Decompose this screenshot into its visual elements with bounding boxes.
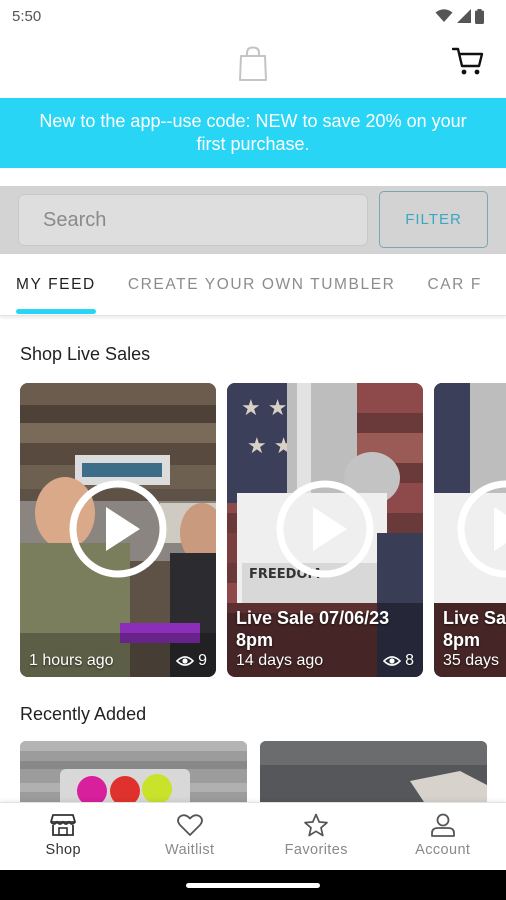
cart-icon[interactable] <box>452 46 484 76</box>
storefront-icon <box>50 814 77 836</box>
live-sale-title-line: Live Sa <box>443 608 506 628</box>
live-sale-title-line: 8pm <box>443 630 481 650</box>
play-icon[interactable] <box>68 479 168 579</box>
live-sale-views: 8 <box>383 652 414 670</box>
status-bar: 5:50 <box>0 0 506 32</box>
app-screen: 5:50 New to the app--use code: NEW to sa… <box>0 0 506 900</box>
product-thumbnail <box>20 741 247 803</box>
live-sale-view-count: 9 <box>198 652 207 669</box>
product-thumbnail <box>260 741 487 803</box>
shopping-bag-icon[interactable] <box>238 46 268 82</box>
wifi-icon <box>435 9 453 22</box>
promo-banner[interactable]: New to the app--use code: NEW to save 20… <box>0 98 506 168</box>
eye-icon <box>383 656 402 666</box>
live-sales-heading: Shop Live Sales <box>20 344 151 364</box>
product-card[interactable] <box>260 741 487 803</box>
promo-text: New to the app--use code: NEW to save 20… <box>39 111 467 154</box>
live-sale-view-count: 8 <box>405 652 414 669</box>
status-icons <box>435 8 484 24</box>
eye-icon <box>176 656 195 666</box>
nav-waitlist[interactable]: Waitlist <box>127 803 254 870</box>
nav-shop[interactable]: Shop <box>0 803 127 870</box>
nav-waitlist-label: Waitlist <box>165 842 215 858</box>
app-header <box>0 32 506 98</box>
play-icon[interactable] <box>456 479 506 579</box>
live-sale-title-line: Live Sale 07/06/23 <box>236 608 390 628</box>
bottom-navigation: Shop Waitlist Favorites Account <box>0 802 506 870</box>
home-indicator[interactable] <box>186 883 320 888</box>
search-input[interactable] <box>18 194 368 246</box>
search-bar: FILTER <box>0 186 506 254</box>
battery-icon <box>475 8 484 24</box>
recently-added-heading: Recently Added <box>20 704 147 724</box>
live-sale-title: Live Sa 8pm <box>443 607 506 651</box>
signal-icon <box>457 9 471 23</box>
nav-account-label: Account <box>415 842 471 858</box>
nav-favorites-label: Favorites <box>284 842 348 858</box>
live-sale-title-line: 8pm <box>236 630 274 650</box>
live-sale-views: 9 <box>176 652 207 670</box>
live-sales-carousel: 1 hours ago 9 ★ ★ ★ ★ FREEDOM Live Sale … <box>20 383 506 677</box>
system-navigation-bar <box>0 870 506 900</box>
recently-added-carousel <box>20 741 506 803</box>
star-icon <box>304 813 329 837</box>
svg-text:★ ★: ★ ★ <box>247 434 293 459</box>
tab-car[interactable]: CAR F <box>411 254 498 315</box>
heart-icon <box>176 814 203 836</box>
tab-my-feed[interactable]: MY FEED <box>0 254 112 315</box>
nav-shop-label: Shop <box>45 842 81 858</box>
svg-text:★ ★: ★ ★ <box>241 396 287 421</box>
live-sale-time: 14 days ago <box>236 652 324 669</box>
person-icon <box>430 813 455 837</box>
product-card[interactable] <box>20 741 247 803</box>
play-icon[interactable] <box>275 479 375 579</box>
filter-button[interactable]: FILTER <box>379 191 488 248</box>
live-sale-card[interactable]: ★ ★ ★ ★ FREEDOM Live Sale 07/06/23 8pm 1… <box>227 383 423 677</box>
status-time: 5:50 <box>12 7 42 25</box>
live-sale-title: Live Sale 07/06/23 8pm <box>236 607 389 651</box>
nav-favorites[interactable]: Favorites <box>253 803 380 870</box>
live-sale-time: 1 hours ago <box>29 652 114 669</box>
live-sale-card[interactable]: Live Sa 8pm 35 days <box>434 383 506 677</box>
live-sale-card[interactable]: 1 hours ago 9 <box>20 383 216 677</box>
category-tabs: MY FEED CREATE YOUR OWN TUMBLER CAR F <box>0 254 506 316</box>
nav-account[interactable]: Account <box>380 803 506 870</box>
live-sale-time: 35 days <box>443 652 500 669</box>
tab-create-your-own-tumbler[interactable]: CREATE YOUR OWN TUMBLER <box>112 254 412 315</box>
